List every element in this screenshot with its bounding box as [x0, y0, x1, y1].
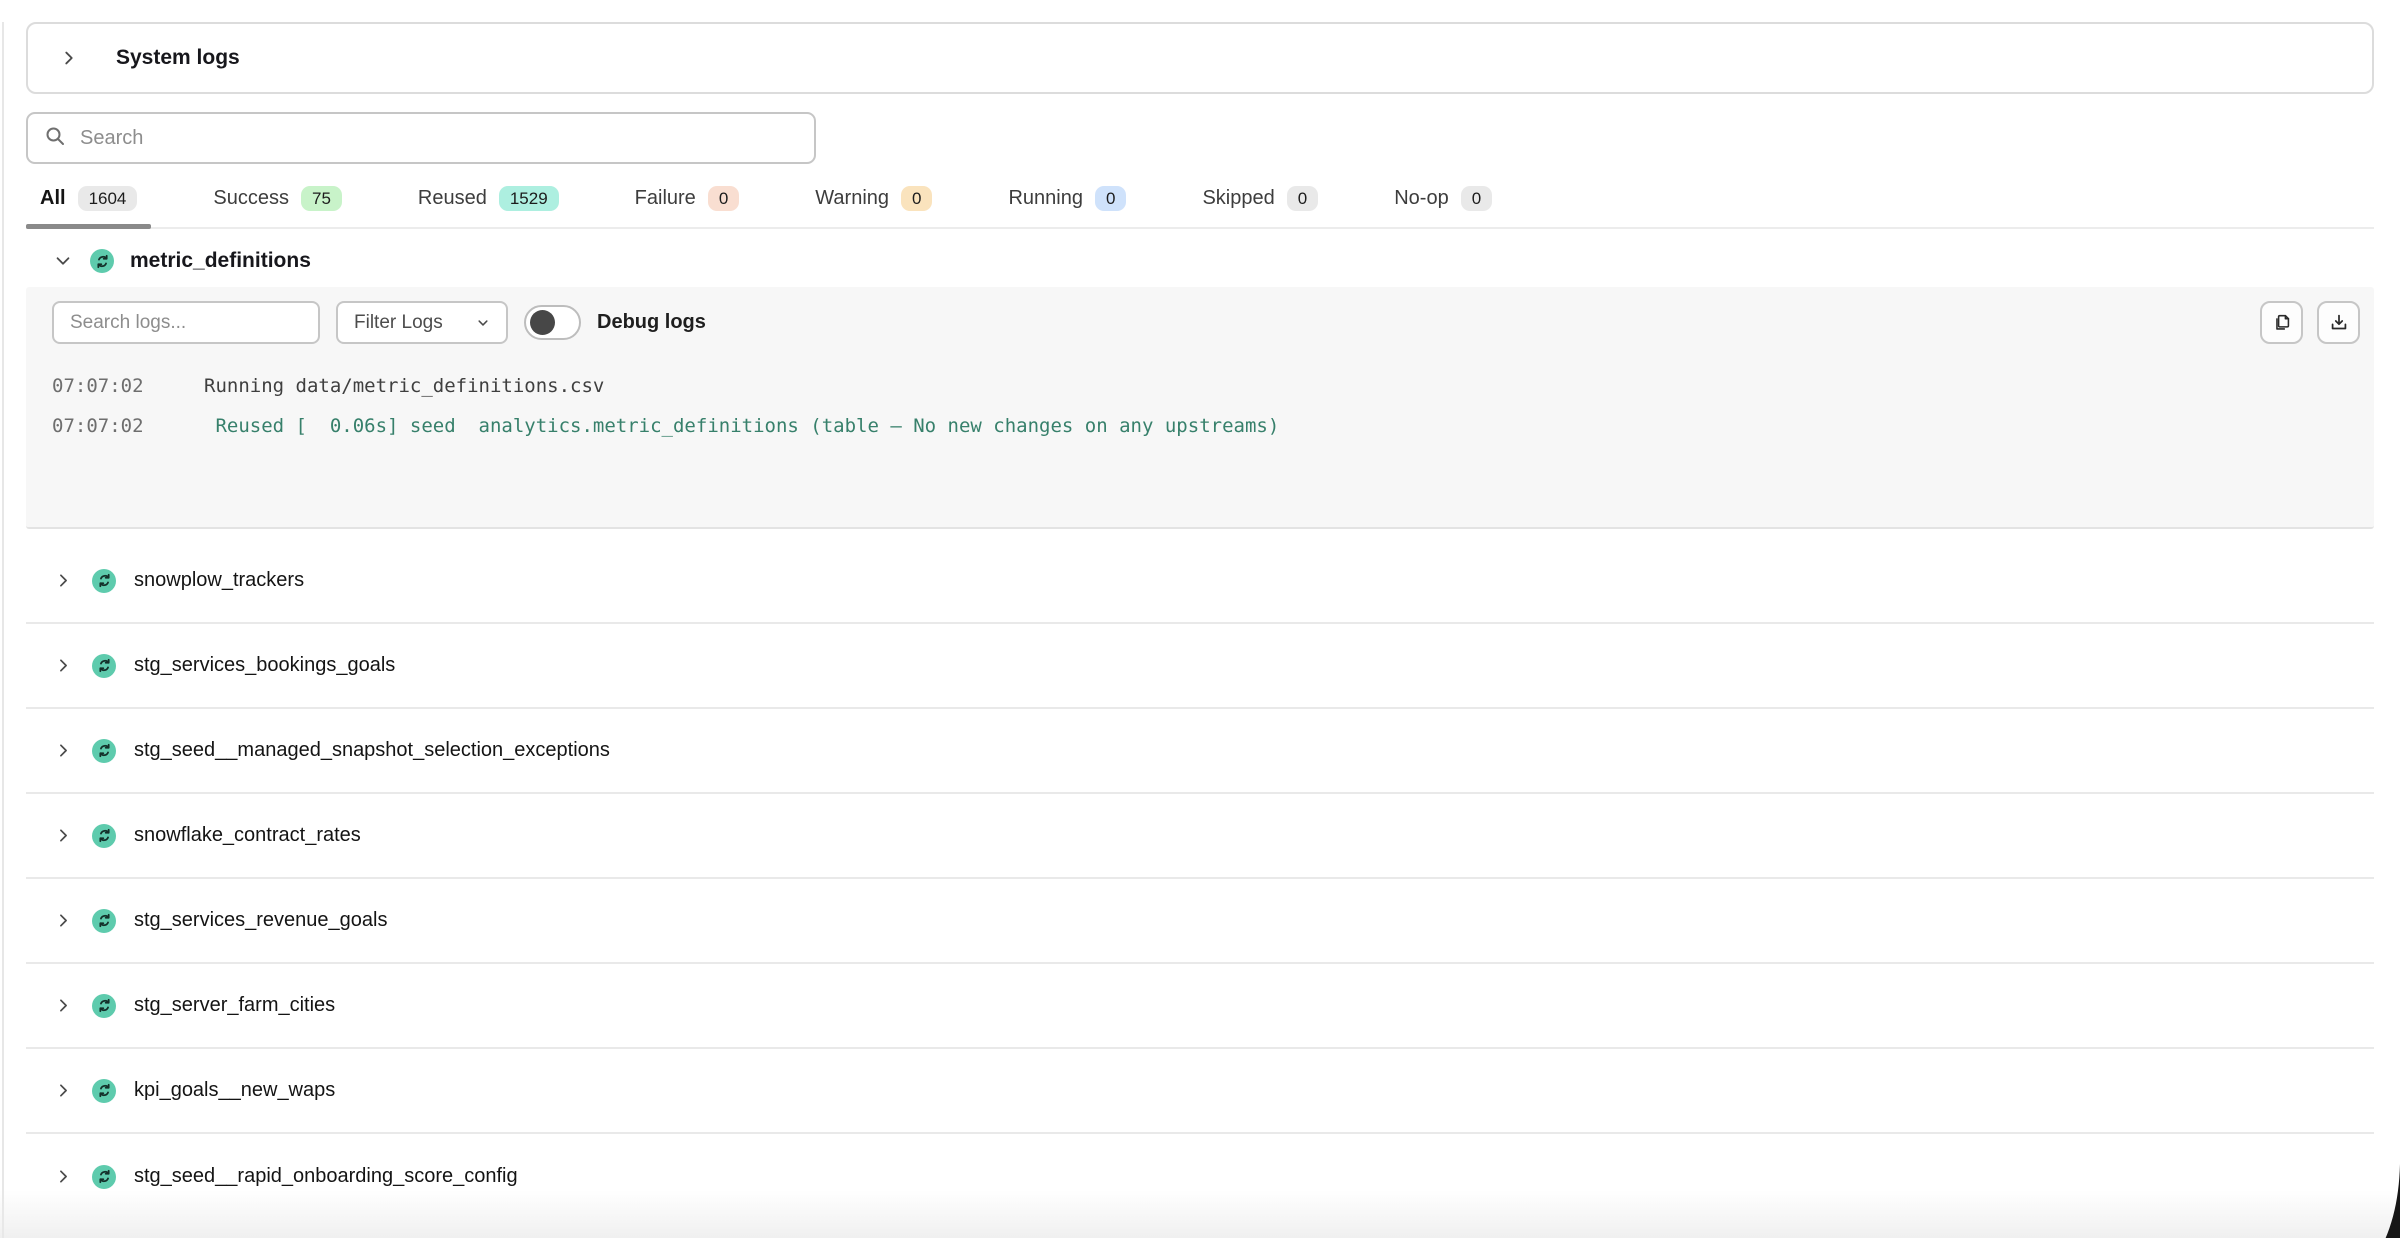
reused-status-icon [92, 824, 116, 848]
log-line: 07:07:02 Reused [ 0.06s] seed analytics.… [52, 406, 2360, 446]
tab-count-badge: 0 [708, 186, 739, 211]
chevron-right-icon[interactable] [52, 996, 74, 1015]
reused-status-icon [92, 1165, 116, 1189]
log-message: Running data/metric_definitions.csv [204, 366, 604, 406]
debug-logs-toggle[interactable] [524, 305, 581, 340]
chevron-right-icon[interactable] [52, 571, 74, 590]
chevron-right-icon[interactable] [52, 1167, 74, 1186]
model-name: stg_seed__rapid_onboarding_score_config [134, 1165, 518, 1188]
tab-label: Skipped [1202, 187, 1274, 210]
tab-noop[interactable]: No-op 0 [1380, 180, 1506, 227]
chevron-right-icon[interactable] [52, 1081, 74, 1100]
system-logs-label: System logs [116, 46, 240, 70]
tab-count-badge: 0 [1461, 186, 1492, 211]
tab-count-badge: 1604 [78, 186, 138, 211]
log-timestamp: 07:07:02 [52, 406, 204, 446]
model-list: snowplow_trackers stg_services_bookings_… [26, 539, 2374, 1219]
filter-logs-dropdown[interactable]: Filter Logs [336, 301, 508, 344]
log-actions [2260, 301, 2360, 344]
copy-logs-button[interactable] [2260, 301, 2303, 344]
model-name: snowplow_trackers [134, 569, 304, 592]
reused-status-icon [92, 994, 116, 1018]
reused-status-icon [92, 569, 116, 593]
tab-reused[interactable]: Reused 1529 [404, 180, 573, 227]
tab-label: No-op [1394, 187, 1448, 210]
model-row-stg-services-revenue-goals[interactable]: stg_services_revenue_goals [26, 879, 2374, 964]
chevron-right-icon[interactable] [52, 656, 74, 675]
model-name: metric_definitions [130, 249, 311, 273]
tab-label: Failure [635, 187, 696, 210]
tab-label: Reused [418, 187, 487, 210]
tab-success[interactable]: Success 75 [199, 180, 356, 227]
reused-status-icon [92, 909, 116, 933]
status-tabs: All 1604 Success 75 Reused 1529 Failure … [26, 180, 2374, 229]
run-logs-panel: System logs All 1604 Success 75 Reused 1… [0, 22, 2400, 1219]
model-name: kpi_goals__new_waps [134, 1079, 335, 1102]
tab-label: Success [213, 187, 289, 210]
tab-count-badge: 0 [901, 186, 932, 211]
log-timestamp: 07:07:02 [52, 366, 204, 406]
model-row-stg-seed-rapid-onboarding-score-config[interactable]: stg_seed__rapid_onboarding_score_config [26, 1134, 2374, 1219]
model-row-stg-server-farm-cities[interactable]: stg_server_farm_cities [26, 964, 2374, 1049]
chevron-right-icon[interactable] [52, 826, 74, 845]
search-icon [44, 125, 66, 152]
model-row-snowflake-contract-rates[interactable]: snowflake_contract_rates [26, 794, 2374, 879]
tab-warning[interactable]: Warning 0 [801, 180, 946, 227]
chevron-right-icon[interactable] [52, 741, 74, 760]
log-search-input[interactable] [70, 312, 302, 334]
tab-count-badge: 0 [1287, 186, 1318, 211]
log-line: 07:07:02 Running data/metric_definitions… [52, 366, 2360, 406]
model-name: snowflake_contract_rates [134, 824, 361, 847]
chevron-right-icon[interactable] [52, 911, 74, 930]
toggle-knob [530, 310, 555, 335]
model-row-stg-seed-managed-snapshot-selection-exceptions[interactable]: stg_seed__managed_snapshot_selection_exc… [26, 709, 2374, 794]
log-panel: Filter Logs Debug logs [26, 287, 2374, 529]
search-input[interactable] [80, 127, 798, 150]
model-name: stg_server_farm_cities [134, 994, 335, 1017]
model-name: stg_services_revenue_goals [134, 909, 388, 932]
log-search-box[interactable] [52, 301, 320, 344]
model-row-stg-services-bookings-goals[interactable]: stg_services_bookings_goals [26, 624, 2374, 709]
tab-count-badge: 1529 [499, 186, 559, 211]
model-row-snowplow-trackers[interactable]: snowplow_trackers [26, 539, 2374, 624]
download-icon [2328, 312, 2350, 334]
tab-all[interactable]: All 1604 [26, 180, 151, 227]
filter-logs-label: Filter Logs [354, 312, 443, 334]
reused-status-icon [92, 739, 116, 763]
system-logs-section[interactable]: System logs [26, 22, 2374, 94]
debug-logs-label: Debug logs [597, 311, 706, 334]
model-group-metric-definitions[interactable]: metric_definitions [26, 249, 2374, 273]
chevron-right-icon[interactable] [58, 48, 80, 68]
log-output: 07:07:02 Running data/metric_definitions… [52, 366, 2360, 446]
tab-running[interactable]: Running 0 [994, 180, 1140, 227]
log-toolbar: Filter Logs Debug logs [52, 301, 2360, 344]
chevron-down-icon [476, 316, 490, 330]
search-bar[interactable] [26, 112, 816, 164]
tab-label: Running [1008, 187, 1083, 210]
download-logs-button[interactable] [2317, 301, 2360, 344]
tab-label: Warning [815, 187, 889, 210]
model-row-kpi-goals-new-waps[interactable]: kpi_goals__new_waps [26, 1049, 2374, 1134]
tab-label: All [40, 187, 66, 210]
tab-failure[interactable]: Failure 0 [621, 180, 754, 227]
tab-count-badge: 0 [1095, 186, 1126, 211]
tab-skipped[interactable]: Skipped 0 [1188, 180, 1332, 227]
model-name: stg_seed__managed_snapshot_selection_exc… [134, 739, 610, 762]
model-name: stg_services_bookings_goals [134, 654, 395, 677]
reused-status-icon [92, 654, 116, 678]
chevron-down-icon[interactable] [52, 251, 74, 271]
tab-count-badge: 75 [301, 186, 342, 211]
reused-status-icon [92, 1079, 116, 1103]
reused-status-icon [90, 249, 114, 273]
log-message: Reused [ 0.06s] seed analytics.metric_de… [204, 406, 1279, 446]
copy-icon [2271, 312, 2293, 334]
